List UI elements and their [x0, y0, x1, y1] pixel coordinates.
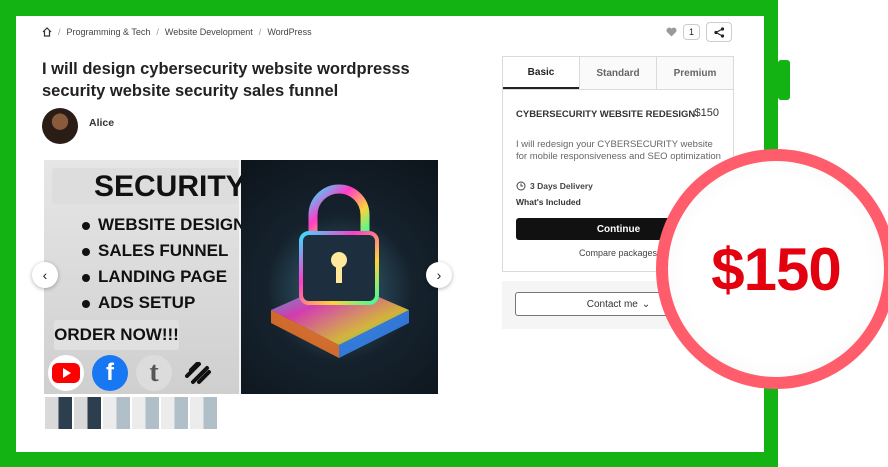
gallery-next-button[interactable]: › — [426, 262, 452, 288]
gig-image-gallery[interactable]: SECURITY WEBSITE DESIGN SALES FUNNEL LAN… — [44, 160, 438, 394]
thumbnail[interactable] — [190, 397, 217, 429]
breadcrumb-item-programming[interactable]: Programming & Tech — [67, 27, 151, 37]
like-button[interactable]: 1 — [666, 23, 700, 41]
whats-included-toggle[interactable]: What's Included — [516, 197, 581, 207]
gallery-text-panel: SECURITY WEBSITE DESIGN SALES FUNNEL LAN… — [44, 160, 246, 394]
tab-premium[interactable]: Premium — [656, 57, 733, 89]
squarespace-icon — [180, 355, 216, 391]
gig-actions: 1 — [666, 22, 732, 42]
gallery-prev-button[interactable]: ‹ — [32, 262, 58, 288]
chevron-down-icon: ⌄ — [641, 298, 651, 310]
gallery-lock-illustration — [241, 160, 438, 394]
order-now-banner: ORDER NOW!!! — [54, 320, 179, 350]
share-button[interactable] — [706, 22, 732, 42]
chevron-left-icon: ‹ — [42, 267, 48, 283]
share-icon — [713, 26, 724, 38]
gallery-bullet: ADS SETUP — [82, 290, 245, 316]
heart-icon — [666, 27, 677, 37]
breadcrumb: / Programming & Tech / Website Developme… — [42, 27, 312, 37]
thumbnail[interactable] — [45, 397, 72, 429]
contact-label: Contact me — [586, 298, 638, 310]
gig-card: / Programming & Tech / Website Developme… — [16, 16, 764, 452]
price-badge: $150 — [656, 149, 888, 389]
package-name: CYBERSECURITY WEBSITE REDESIGN — [516, 109, 696, 120]
price-badge-inner: $150 — [668, 161, 884, 377]
thumbnail[interactable] — [103, 397, 130, 429]
gallery-bullet: WEBSITE DESIGN — [82, 212, 245, 238]
delivery-label: 3 Days Delivery — [530, 181, 593, 191]
like-count: 1 — [682, 24, 700, 40]
youtube-icon — [48, 355, 84, 391]
tumblr-icon: t — [136, 355, 172, 391]
package-tabs: Basic Standard Premium — [503, 57, 733, 90]
package-description: I will redesign your CYBERSECURITY websi… — [516, 139, 721, 162]
breadcrumb-item-wordpress[interactable]: WordPress — [267, 27, 311, 37]
price-badge-text: $150 — [711, 235, 841, 303]
breadcrumb-separator: / — [258, 27, 262, 37]
green-accent-mark — [778, 60, 790, 100]
chevron-right-icon: › — [436, 267, 442, 283]
thumbnail[interactable] — [74, 397, 101, 429]
gallery-bullet: SALES FUNNEL — [82, 238, 245, 264]
gallery-heading: SECURITY — [94, 170, 246, 203]
home-icon[interactable] — [42, 27, 52, 37]
thumbnail[interactable] — [161, 397, 188, 429]
breadcrumb-separator: / — [58, 27, 61, 37]
delivery-time: 3 Days Delivery — [516, 181, 593, 191]
tab-standard[interactable]: Standard — [579, 57, 656, 89]
breadcrumb-separator: / — [156, 27, 159, 37]
facebook-icon: f — [92, 355, 128, 391]
package-price: $150 — [694, 107, 719, 119]
breadcrumb-item-website-development[interactable]: Website Development — [165, 27, 253, 37]
gallery-bullet-list: WEBSITE DESIGN SALES FUNNEL LANDING PAGE… — [82, 212, 245, 316]
avatar[interactable] — [42, 108, 78, 144]
tab-basic[interactable]: Basic — [503, 57, 579, 89]
padlock-icon — [271, 184, 409, 358]
social-icons: f t — [48, 355, 216, 391]
gallery-bullet: LANDING PAGE — [82, 264, 245, 290]
thumbnail[interactable] — [132, 397, 159, 429]
gig-title: I will design cybersecurity website word… — [42, 60, 410, 100]
seller-name[interactable]: Alice — [89, 117, 114, 129]
gallery-thumbnails — [45, 397, 217, 429]
clock-icon — [516, 181, 526, 191]
